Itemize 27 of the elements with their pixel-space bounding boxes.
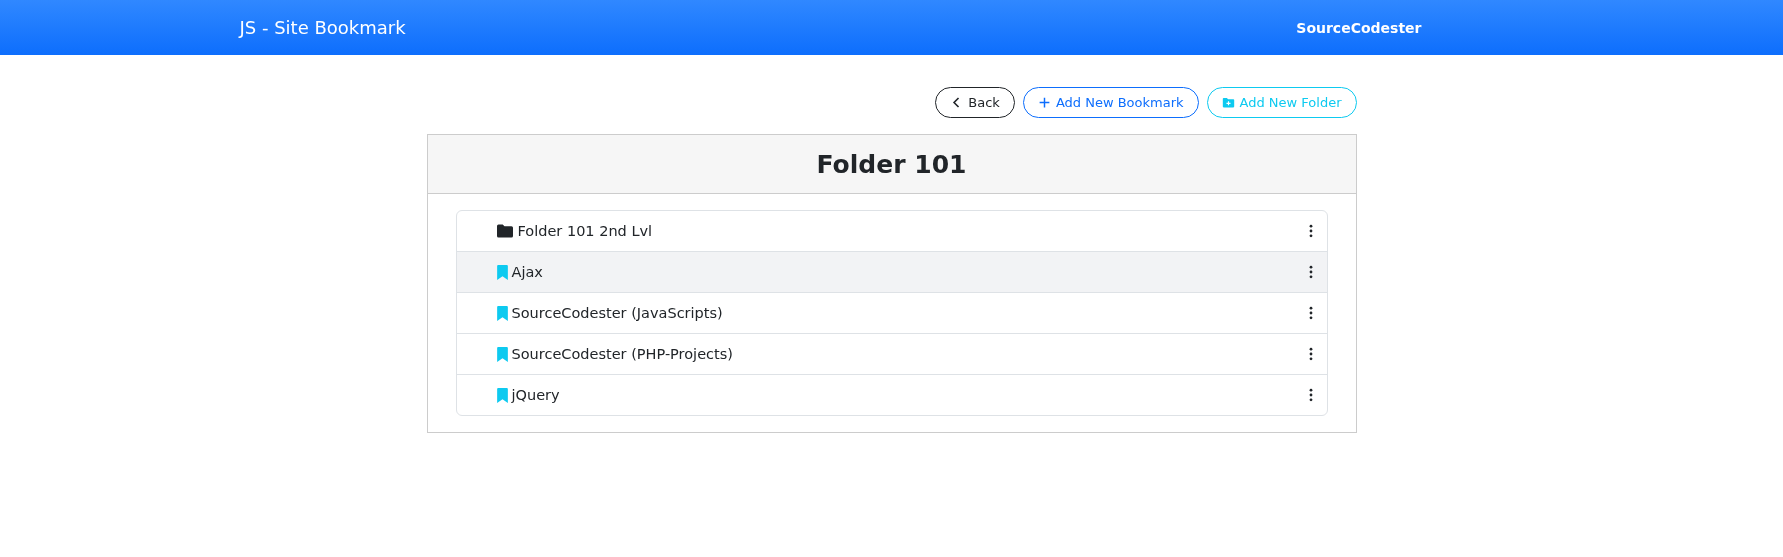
plus-icon [1037, 96, 1051, 109]
add-bookmark-button[interactable]: Add New Bookmark [1022, 87, 1199, 118]
folder-title: Folder 101 [816, 149, 967, 179]
folder-icon [496, 224, 513, 238]
folder-plus-icon [1221, 96, 1235, 109]
bookmark-icon [496, 305, 508, 321]
bookmark-icon [496, 387, 508, 403]
more-options-icon[interactable] [1308, 265, 1313, 279]
more-options-icon[interactable] [1308, 347, 1313, 361]
list-item[interactable]: SourceCodester (PHP-Projects) [456, 333, 1327, 374]
more-options-icon[interactable] [1308, 306, 1313, 320]
bookmark-icon [496, 346, 508, 362]
more-options-icon[interactable] [1308, 388, 1313, 402]
site-title[interactable]: JS - Site Bookmark [233, 17, 406, 38]
item-label: Folder 101 2nd Lvl [517, 223, 654, 239]
list-item[interactable]: Ajax [456, 251, 1327, 292]
list-item[interactable]: Folder 101 2nd Lvl [456, 211, 1327, 251]
list-item[interactable]: jQuery [456, 374, 1327, 415]
item-label: jQuery [511, 387, 561, 403]
brand-link[interactable]: SourceCodester [1296, 19, 1422, 36]
more-options-icon[interactable] [1308, 224, 1313, 238]
back-button[interactable]: Back [935, 87, 1015, 118]
item-label: SourceCodester (JavaScripts) [511, 305, 724, 321]
bookmark-icon [496, 264, 508, 280]
item-label: Ajax [511, 264, 544, 280]
list-item[interactable]: SourceCodester (JavaScripts) [456, 292, 1327, 333]
item-label: SourceCodester (PHP-Projects) [511, 346, 734, 362]
